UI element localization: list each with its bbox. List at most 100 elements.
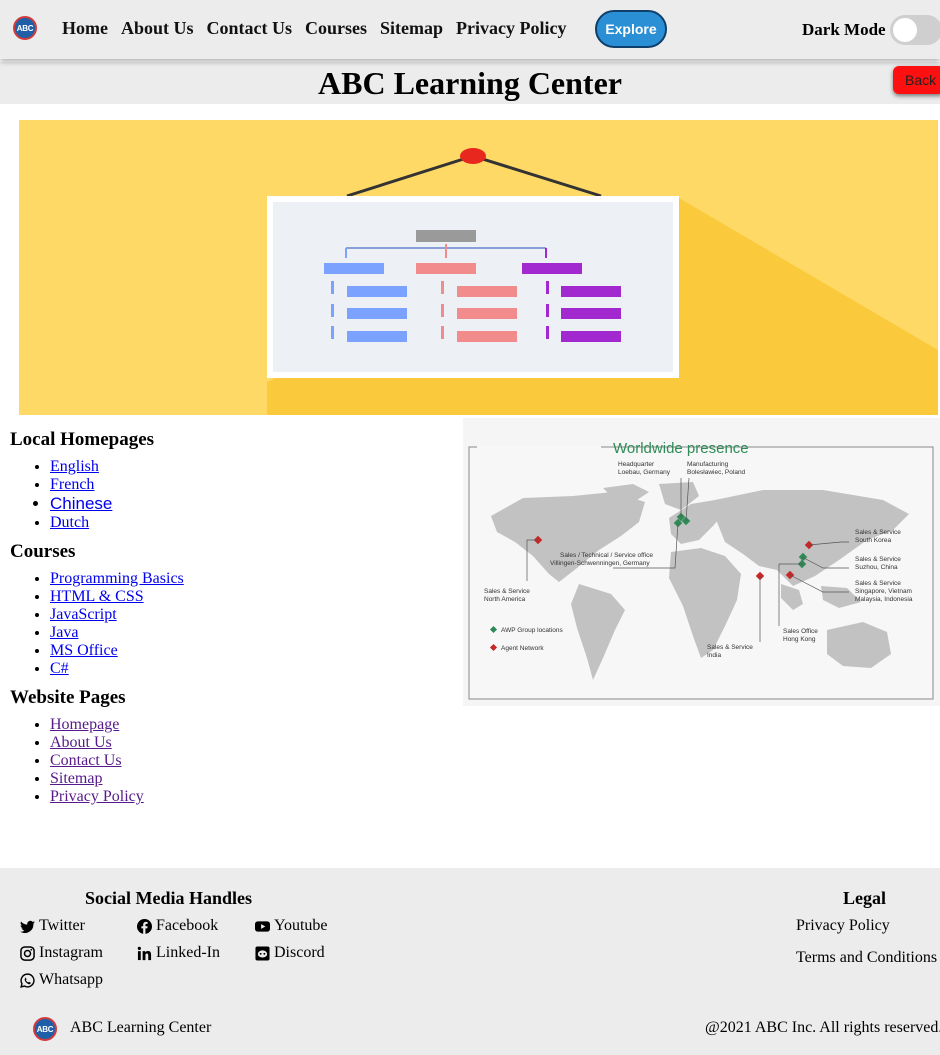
website-pages-list: Homepage About Us Contact Us Sitemap Pri… (10, 716, 450, 806)
list-item: About Us (50, 734, 450, 752)
social-whatsapp[interactable]: Whatsapp (20, 971, 103, 989)
toggle-knob (893, 18, 917, 42)
link-sections: Local Homepages English French Chinese D… (10, 428, 450, 814)
nav-about-us[interactable]: About Us (121, 18, 194, 39)
link-english[interactable]: English (50, 458, 99, 475)
list-item: JavaScript (50, 606, 450, 624)
list-item: MS Office (50, 642, 450, 660)
pin-icon (460, 148, 486, 164)
youtube-icon (255, 920, 270, 932)
nav-contact-us[interactable]: Contact Us (207, 18, 293, 39)
map-label: Suzhou, China (855, 564, 898, 571)
page-title: ABC Learning Center (318, 65, 622, 101)
link-about-us[interactable]: About Us (50, 734, 112, 751)
list-item: French (50, 476, 450, 494)
link-homepage[interactable]: Homepage (50, 716, 119, 733)
list-item: Privacy Policy (50, 788, 450, 806)
list-item: C# (50, 660, 450, 678)
map-label: Villingen-Schwenningen, Germany (550, 560, 650, 567)
link-ms-office[interactable]: MS Office (50, 642, 118, 659)
link-csharp[interactable]: C# (50, 660, 69, 677)
legend-awp: AWP Group locations (501, 627, 564, 634)
list-item: English (50, 458, 450, 476)
list-item: Contact Us (50, 752, 450, 770)
link-privacy-policy[interactable]: Privacy Policy (50, 788, 144, 805)
link-contact-us[interactable]: Contact Us (50, 752, 122, 769)
social-label: Facebook (156, 917, 219, 934)
list-item: Java (50, 624, 450, 642)
website-pages-heading: Website Pages (10, 687, 126, 708)
map-label: Malaysia, Indonesia (855, 596, 913, 603)
map-label: Sales & Service (707, 644, 753, 651)
nav-sitemap[interactable]: Sitemap (380, 18, 443, 39)
social-facebook[interactable]: Facebook (137, 917, 218, 935)
abc-logo[interactable]: ABC (13, 16, 37, 40)
map-label: Sales & Service (484, 588, 530, 595)
legal-privacy-policy[interactable]: Privacy Policy (796, 917, 890, 935)
map-label: Sales Office (783, 628, 818, 635)
social-label: Instagram (39, 944, 103, 961)
social-discord[interactable]: Discord (255, 944, 325, 962)
local-homepages-list: English French Chinese Dutch (10, 458, 450, 532)
social-label: Whatsapp (39, 971, 103, 988)
local-homepages-heading: Local Homepages (10, 429, 155, 450)
courses-list: Programming Basics HTML & CSS JavaScript… (10, 570, 450, 678)
worldwide-presence-map: Worldwide presence Headquarter Loebau, G… (463, 418, 940, 706)
map-label: Headquarter (618, 461, 655, 468)
link-programming-basics[interactable]: Programming Basics (50, 570, 184, 587)
link-javascript[interactable]: JavaScript (50, 606, 117, 623)
social-media-heading: Social Media Handles (85, 888, 253, 908)
social-twitter[interactable]: Twitter (20, 917, 85, 935)
link-dutch[interactable]: Dutch (50, 514, 89, 531)
map-title: Worldwide presence (613, 440, 749, 457)
social-label: Youtube (274, 917, 328, 934)
map-label: Sales & Service (855, 529, 901, 536)
footer-brand-name: ABC Learning Center (70, 1019, 212, 1036)
map-label: Sales / Technical / Service office (560, 552, 653, 559)
back-button[interactable]: Back (893, 66, 940, 94)
twitter-icon (20, 920, 35, 933)
copyright-text: @2021 ABC Inc. All rights reserved. (705, 1019, 940, 1036)
footer-logo[interactable]: ABC (33, 1017, 57, 1041)
nav-links: Home About Us Contact Us Courses Sitemap… (62, 18, 579, 39)
map-label: India (707, 652, 721, 659)
link-french[interactable]: French (50, 476, 94, 493)
social-instagram[interactable]: Instagram (20, 944, 103, 962)
list-item: Sitemap (50, 770, 450, 788)
map-label: Loebau, Germany (618, 469, 671, 476)
instagram-icon (20, 945, 35, 961)
explore-button[interactable]: Explore (595, 10, 667, 48)
map-label: Singapore, Vietnam (855, 588, 912, 595)
dark-mode-toggle[interactable] (890, 15, 940, 45)
legal-terms-and-conditions[interactable]: Terms and Conditions (796, 949, 937, 967)
nav-privacy-policy[interactable]: Privacy Policy (456, 18, 566, 39)
title-bar: ABC Learning Center (0, 62, 940, 104)
map-label: Manufacturing (687, 461, 729, 468)
nav-courses[interactable]: Courses (305, 18, 367, 39)
map-label: South Korea (855, 537, 892, 544)
social-linkedin[interactable]: Linked-In (137, 944, 220, 962)
list-item: HTML & CSS (50, 588, 450, 606)
facebook-icon (137, 918, 152, 934)
social-label: Discord (274, 944, 325, 961)
social-label: Twitter (39, 917, 85, 934)
link-java[interactable]: Java (50, 624, 78, 641)
link-html-css[interactable]: HTML & CSS (50, 588, 144, 605)
map-label: Sales & Service (855, 556, 901, 563)
list-item: Dutch (50, 514, 450, 532)
link-chinese[interactable]: Chinese (50, 494, 112, 513)
top-nav: ABC Home About Us Contact Us Courses Sit… (0, 0, 940, 59)
whatsapp-icon (20, 972, 35, 988)
map-label: Sales & Service (855, 580, 901, 587)
link-sitemap[interactable]: Sitemap (50, 770, 102, 787)
nav-home[interactable]: Home (62, 18, 108, 39)
list-item: Chinese (50, 494, 450, 514)
legend-agent: Agent Network (501, 645, 544, 652)
list-item: Homepage (50, 716, 450, 734)
hero-image (19, 120, 938, 415)
footer: Social Media Handles Twitter Facebook Yo… (0, 868, 940, 1055)
map-label: Bolesławiec, Poland (687, 469, 746, 476)
legal-heading: Legal (843, 888, 886, 908)
social-youtube[interactable]: Youtube (255, 917, 328, 935)
map-label: Hong Kong (783, 636, 816, 643)
